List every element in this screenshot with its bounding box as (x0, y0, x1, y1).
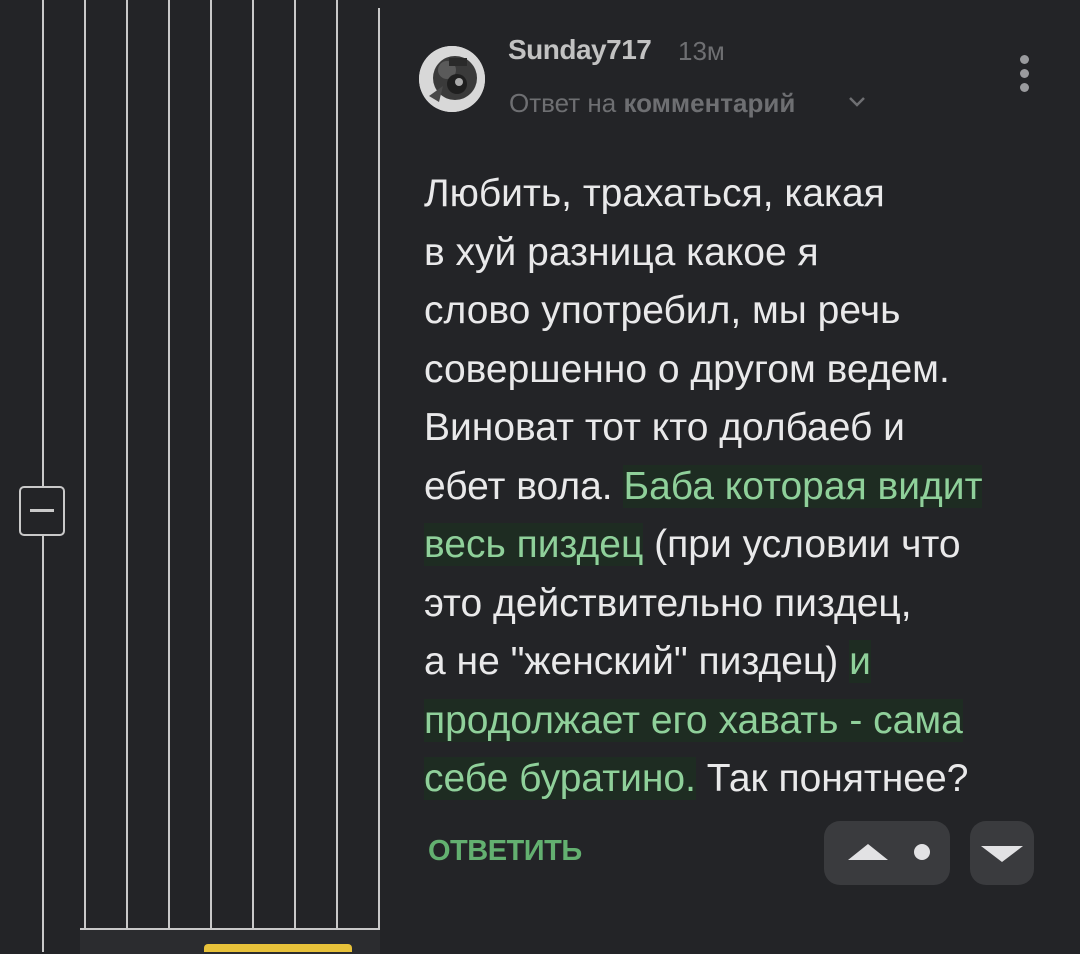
comment-text-segment: слово употребил, мы речь (424, 289, 901, 332)
thread-line (378, 8, 380, 928)
triangle-down-icon (981, 846, 1023, 862)
rating-hidden-dot (914, 844, 930, 860)
minus-icon (30, 509, 54, 512)
comment-text-segment: в хуй разница какое я (424, 230, 819, 274)
comment-line: это действительно пиздец, (424, 575, 1044, 634)
thread-line (168, 0, 170, 928)
comment-line: Любить, трахаться, какая (424, 165, 1044, 224)
comment-text-segment: это действительно пиздец, (424, 581, 912, 625)
comment-text-segment: ебет вола. (424, 464, 624, 508)
downvote-button[interactable] (970, 821, 1034, 885)
comment-line: слово употребил, мы речь (424, 282, 1044, 341)
reply-button[interactable]: ОТВЕТИТЬ (428, 835, 582, 868)
thread-line (210, 0, 212, 928)
comment-text-segment: а не "женский" пиздец) (424, 640, 850, 683)
highlighted-text: себе буратино. (424, 757, 696, 800)
thread-line (294, 0, 296, 928)
comment-thread-lines (0, 0, 400, 952)
comment-line: а не "женский" пиздец) и (424, 633, 1044, 692)
thread-line (336, 0, 338, 928)
author-name[interactable]: Sunday717 (508, 34, 652, 66)
comment-text: Любить, трахаться, какая в хуй разница ка… (424, 165, 1044, 809)
comment-text-segment: (при условии что (643, 523, 961, 566)
collapse-thread-button[interactable] (19, 486, 65, 536)
comment-line: себе буратино. Так понятнее? (424, 750, 1044, 809)
thread-line (126, 0, 128, 928)
avatar-image (419, 46, 485, 112)
triangle-up-icon (848, 844, 888, 860)
highlighted-text: Баба которая видит (623, 464, 983, 508)
comment-line: ебет вола. Баба которая видит (424, 458, 1044, 517)
comment-text-segment: Так понятнее? (695, 757, 969, 800)
avatar[interactable] (419, 46, 485, 112)
chevron-down-icon[interactable] (848, 96, 866, 108)
reply-to-link[interactable]: Ответ на комментарий (509, 88, 795, 119)
upvote-button[interactable] (824, 821, 950, 885)
highlighted-text: весь пиздец (424, 523, 644, 566)
highlighted-text: продолжает его хавать - сама (424, 698, 963, 742)
comment-text-segment: Любить, трахаться, какая (424, 172, 885, 215)
highlighted-text: и (849, 640, 871, 683)
comment-text-segment: совершенно о другом ведем. (424, 347, 950, 391)
reply-target: комментарий (623, 88, 796, 118)
comment-text-segment: Виноват тот кто долбаеб и (424, 406, 905, 449)
thread-line (42, 0, 44, 952)
comment-line: в хуй разница какое я (424, 224, 1044, 283)
comment-time: 13м (678, 36, 725, 66)
comment-line: совершенно о другом ведем. (424, 341, 1044, 400)
kebab-menu-icon[interactable] (1016, 55, 1034, 95)
thread-line (84, 0, 86, 928)
comment-line: Виноват тот кто долбаеб и (424, 399, 1044, 458)
comment-line: продолжает его хавать - сама (424, 692, 1044, 751)
comment-line: весь пиздец (при условии что (424, 516, 1044, 575)
next-comment-badge (204, 944, 352, 952)
thread-line (252, 0, 254, 928)
reply-prefix: Ответ на (509, 88, 617, 118)
